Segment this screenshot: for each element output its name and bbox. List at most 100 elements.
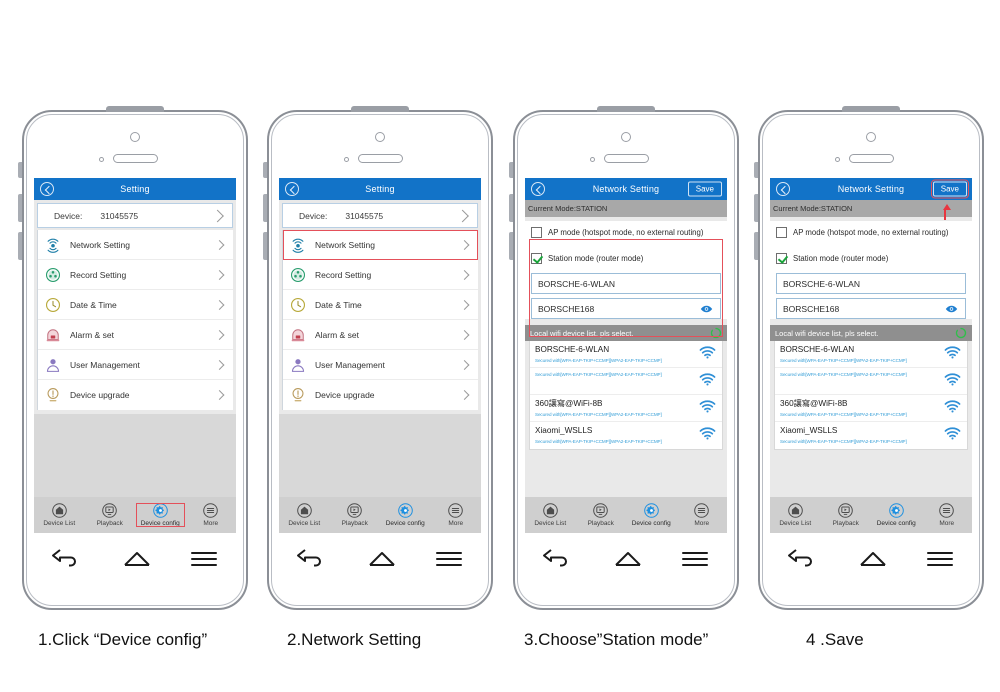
tab-more[interactable]: More [922, 502, 973, 528]
sidebar-item-record-setting[interactable]: Record Setting [283, 260, 478, 290]
chevron-right-icon [211, 209, 224, 222]
tab-label: Device List [779, 520, 812, 527]
list-item[interactable]: 360讓寫@WiFi-8B Secured with[WPA-EAP-TKIP+… [775, 395, 967, 422]
tab-more[interactable]: More [431, 502, 482, 528]
list-item[interactable]: Xiaomi_WSLLS Secured with[WPA-EAP-TKIP+C… [530, 422, 722, 449]
sidebar-item-device-upgrade[interactable]: Device upgrade [283, 380, 478, 410]
sidebar-item-date-time[interactable]: Date & Time [38, 290, 233, 320]
station-mode-checkbox[interactable] [531, 252, 542, 264]
chevron-right-icon [459, 390, 470, 400]
wifi-security: Secured with[WPA-EAP-TKIP+CCMP][WPA2-EAP… [535, 412, 662, 417]
tab-device-config[interactable]: Device config [626, 502, 677, 528]
bottom-tabbar: Device List Playback Device config More [525, 497, 727, 533]
chevron-right-icon [459, 239, 470, 250]
tab-playback[interactable]: Playback [821, 502, 872, 528]
refresh-spinner-icon[interactable] [955, 327, 967, 339]
phone-3-mute-switch[interactable] [509, 162, 513, 178]
clock-icon [44, 296, 62, 314]
menu-lines-icon[interactable] [434, 548, 464, 570]
sidebar-item-network-setting[interactable]: Network Setting [283, 230, 478, 260]
list-item[interactable]: BORSCHE-6-WLAN Secured with[WPA-EAP-TKIP… [775, 341, 967, 368]
phone-4-mute-switch[interactable] [754, 162, 758, 178]
save-button[interactable]: Save [687, 181, 722, 197]
sidebar-item-device-upgrade[interactable]: Device upgrade [38, 380, 233, 410]
ap-mode-row[interactable]: AP mode (hotspot mode, no external routi… [531, 221, 721, 243]
front-camera-icon [621, 132, 631, 142]
back-arrow-icon[interactable] [51, 547, 85, 571]
list-item[interactable]: Secured with[WPA-EAP-TKIP+CCMP][WPA2-EAP… [530, 368, 722, 395]
list-item[interactable]: 360讓寫@WiFi-8B Secured with[WPA-EAP-TKIP+… [530, 395, 722, 422]
password-input[interactable]: BORSCHE168 [531, 298, 721, 319]
tab-device-config[interactable]: Device config [380, 502, 431, 528]
user-icon [289, 356, 307, 374]
tab-device-list[interactable]: Device List [34, 502, 85, 528]
menu-lines-icon[interactable] [189, 548, 219, 570]
station-mode-row[interactable]: Station mode (router mode) [776, 247, 966, 269]
warning-upgrade-icon [44, 386, 62, 404]
sidebar-item-user-management[interactable]: User Management [38, 350, 233, 380]
tab-device-config[interactable]: Device config [135, 502, 186, 528]
home-outline-icon[interactable] [611, 547, 645, 571]
wifi-ssid: Xiaomi_WSLLS [535, 426, 593, 435]
refresh-spinner-icon[interactable] [710, 327, 722, 339]
sidebar-item-network-setting[interactable]: Network Setting [38, 230, 233, 260]
caption-step-2: 2.Network Setting [287, 630, 422, 649]
save-button[interactable]: Save [930, 179, 970, 199]
earpiece-speaker [113, 154, 158, 163]
device-row[interactable]: Device: 31045575 [282, 203, 478, 228]
ssid-input[interactable]: BORSCHE-6-WLAN [531, 273, 721, 294]
tab-device-list[interactable]: Device List [279, 502, 330, 528]
wifi-security: Secured with[WPA-EAP-TKIP+CCMP][WPA2-EAP… [780, 439, 907, 444]
back-arrow-icon[interactable] [787, 547, 821, 571]
password-value: BORSCHE168 [538, 303, 595, 314]
back-arrow-icon[interactable] [296, 547, 330, 571]
phone-3-volume-down-button[interactable] [509, 232, 513, 260]
list-item[interactable]: BORSCHE-6-WLAN Secured with[WPA-EAP-TKIP… [530, 341, 722, 368]
station-mode-row[interactable]: Station mode (router mode) [531, 247, 721, 269]
tab-more[interactable]: More [677, 502, 728, 528]
phone-1-volume-down-button[interactable] [18, 232, 22, 260]
home-outline-icon[interactable] [120, 547, 154, 571]
phone-2-volume-up-button[interactable] [263, 194, 267, 222]
sidebar-item-date-time[interactable]: Date & Time [283, 290, 478, 320]
home-outline-icon[interactable] [365, 547, 399, 571]
password-input[interactable]: BORSCHE168 [776, 298, 966, 319]
ap-mode-row[interactable]: AP mode (hotspot mode, no external routi… [776, 221, 966, 243]
wifi-security: Secured with[WPA-EAP-TKIP+CCMP][WPA2-EAP… [780, 358, 907, 363]
tab-more[interactable]: More [186, 502, 237, 528]
sidebar-item-record-setting[interactable]: Record Setting [38, 260, 233, 290]
tab-device-list[interactable]: Device List [525, 502, 576, 528]
phone-4-volume-down-button[interactable] [754, 232, 758, 260]
sidebar-item-alarm-set[interactable]: Alarm & set [283, 320, 478, 350]
list-item[interactable]: Xiaomi_WSLLS Secured with[WPA-EAP-TKIP+C… [775, 422, 967, 449]
list-item[interactable]: Secured with[WPA-EAP-TKIP+CCMP][WPA2-EAP… [775, 368, 967, 395]
eye-icon[interactable] [700, 304, 713, 313]
home-outline-icon[interactable] [856, 547, 890, 571]
tab-playback[interactable]: Playback [576, 502, 627, 528]
android-softkeys [770, 538, 972, 580]
phone-2-volume-down-button[interactable] [263, 232, 267, 260]
menu-lines-icon[interactable] [925, 548, 955, 570]
menu-lines-icon[interactable] [680, 548, 710, 570]
phone-1-mute-switch[interactable] [18, 162, 22, 178]
sidebar-item-user-management[interactable]: User Management [283, 350, 478, 380]
eye-icon[interactable] [945, 304, 958, 313]
ssid-input[interactable]: BORSCHE-6-WLAN [776, 273, 966, 294]
wifi-signal-icon [699, 400, 716, 413]
phone-1-volume-up-button[interactable] [18, 194, 22, 222]
phone-4-volume-up-button[interactable] [754, 194, 758, 222]
sidebar-item-alarm-set[interactable]: Alarm & set [38, 320, 233, 350]
tab-label: Device config [385, 520, 425, 527]
tab-playback[interactable]: Playback [330, 502, 381, 528]
tab-playback[interactable]: Playback [85, 502, 136, 528]
ap-mode-checkbox[interactable] [776, 226, 787, 238]
station-mode-checkbox[interactable] [776, 252, 787, 264]
phone-3-volume-up-button[interactable] [509, 194, 513, 222]
wifi-signal-icon [944, 427, 961, 440]
ap-mode-checkbox[interactable] [531, 226, 542, 238]
device-row[interactable]: Device: 31045575 [37, 203, 233, 228]
tab-device-list[interactable]: Device List [770, 502, 821, 528]
tab-device-config[interactable]: Device config [871, 502, 922, 528]
back-arrow-icon[interactable] [542, 547, 576, 571]
phone-2-mute-switch[interactable] [263, 162, 267, 178]
